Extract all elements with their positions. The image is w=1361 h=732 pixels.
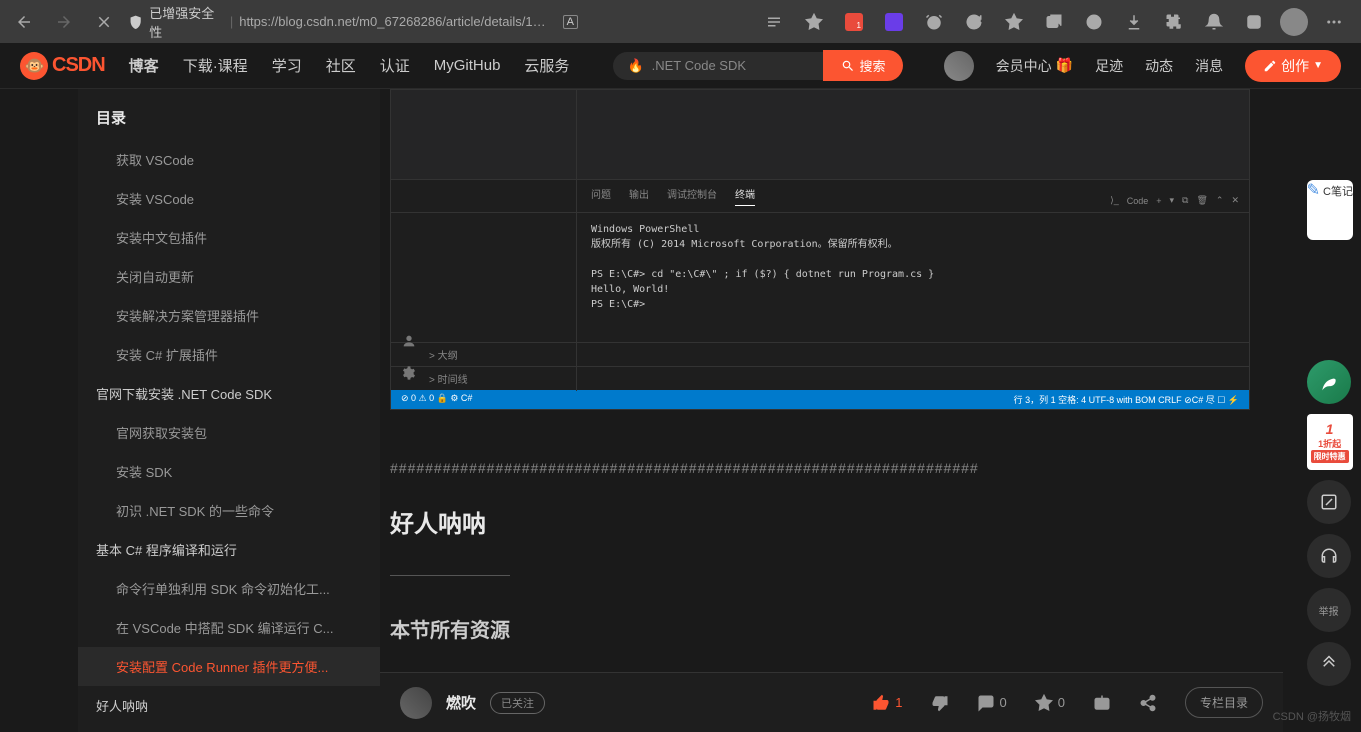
toc-item-11[interactable]: 命令行单独利用 SDK 命令初始化工... [78, 569, 380, 608]
vscode-screenshot: 问题 输出 调试控制台 终端 ⟩_Code+▾⧉🗑⌃✕ Windows Powe… [390, 89, 1250, 410]
nav-github[interactable]: MyGitHub [434, 57, 501, 74]
toc-item-4[interactable]: 安装解决方案管理器插件 [78, 296, 380, 335]
nav-cert[interactable]: 认证 [380, 55, 410, 76]
profile-avatar[interactable] [1275, 6, 1313, 38]
watermark: CSDN @扬牧烟 [1273, 708, 1351, 724]
vsc-tab-output: 输出 [629, 186, 649, 206]
toc-item-14[interactable]: 好人呐呐 [78, 686, 380, 725]
browser-search-icon[interactable] [1235, 6, 1273, 38]
vsc-account-icon [401, 333, 417, 349]
toc-item-13[interactable]: 安装配置 Code Runner 插件更方便... [78, 647, 380, 686]
vsc-tab-debug: 调试控制台 [667, 186, 717, 206]
follow-button[interactable]: 已关注 [490, 692, 545, 714]
vip-link[interactable]: 会员中心 🎁 [996, 56, 1073, 76]
toc-item-10[interactable]: 基本 C# 程序编译和运行 [78, 530, 380, 569]
star-button[interactable]: 0 [1035, 694, 1065, 712]
back-button[interactable] [8, 6, 40, 38]
vsc-settings-icon [401, 365, 417, 381]
section-heading-goodperson: 好人呐呐 [390, 496, 1250, 559]
alarm-icon[interactable] [915, 6, 953, 38]
collections-icon[interactable] [1035, 6, 1073, 38]
nav-blog[interactable]: 博客 [129, 55, 159, 76]
note-widget[interactable]: ✎ C笔记 [1307, 180, 1353, 240]
article-content: 问题 输出 调试控制台 终端 ⟩_Code+▾⧉🗑⌃✕ Windows Powe… [380, 89, 1260, 732]
ext2-icon[interactable] [875, 6, 913, 38]
toc-title: 目录 [78, 107, 380, 140]
address-bar[interactable]: 已增强安全性 | https://blog.csdn.net/m0_672682… [128, 3, 578, 41]
leaf-widget[interactable] [1307, 360, 1351, 404]
forward-button [48, 6, 80, 38]
promo-widget[interactable]: 11折起 限时特惠 [1307, 414, 1353, 470]
vsc-tab-terminal: 终端 [735, 186, 755, 206]
headset-widget[interactable] [1307, 534, 1351, 578]
report-widget[interactable]: 举报 [1307, 588, 1351, 632]
nav-learn[interactable]: 学习 [272, 55, 302, 76]
toc-item-0[interactable]: 获取 VSCode [78, 140, 380, 179]
create-button[interactable]: 创作 ▼ [1245, 50, 1341, 82]
search-button[interactable]: 搜索 [823, 50, 903, 81]
sync-icon[interactable] [955, 6, 993, 38]
reward-button[interactable] [1093, 694, 1111, 712]
toc-item-5[interactable]: 安装 C# 扩展插件 [78, 335, 380, 374]
ext1-icon[interactable]: 1 [835, 6, 873, 38]
fire-icon: 🔥 [627, 58, 643, 74]
toc-item-2[interactable]: 安装中文包插件 [78, 218, 380, 257]
article-bottom-bar: 燃吹 已关注 1 0 0 专栏目录 [380, 672, 1283, 732]
browser-toolbar: 已增强安全性 | https://blog.csdn.net/m0_672682… [0, 0, 1361, 43]
extensions-icon[interactable] [1155, 6, 1193, 38]
like-button[interactable]: 1 [872, 694, 902, 712]
reader-icon[interactable] [755, 6, 793, 38]
vsc-tab-problems: 问题 [591, 186, 611, 206]
notification-icon[interactable] [1195, 6, 1233, 38]
dynamic-link[interactable]: 动态 [1145, 56, 1173, 76]
dislike-button[interactable] [931, 694, 949, 712]
vsc-status-left: ⊘ 0 ⚠ 0 🔒 ⚙ C# [401, 393, 472, 406]
column-toc-button[interactable]: 专栏目录 [1185, 687, 1263, 718]
toc-item-7[interactable]: 官网获取安装包 [78, 413, 380, 452]
security-label: 已增强安全性 [149, 3, 224, 41]
star2-icon[interactable] [995, 6, 1033, 38]
download-icon[interactable] [1115, 6, 1153, 38]
nav-community[interactable]: 社区 [326, 55, 356, 76]
toc-sidebar: 目录 获取 VSCode安装 VSCode安装中文包插件关闭自动更新安装解决方案… [78, 89, 380, 732]
search-input[interactable]: 🔥 .NET Code SDK [613, 52, 823, 80]
section-heading-resources: 本节所有资源 [390, 606, 1250, 673]
share-button[interactable] [1139, 694, 1157, 712]
history-icon[interactable] [1075, 6, 1113, 38]
edit-widget[interactable] [1307, 480, 1351, 524]
toc-item-8[interactable]: 安装 SDK [78, 452, 380, 491]
nav-download[interactable]: 下载·课程 [183, 55, 248, 76]
toc-item-9[interactable]: 初识 .NET SDK 的一些命令 [78, 491, 380, 530]
menu-icon[interactable] [1315, 6, 1353, 38]
scroll-top-widget[interactable] [1307, 642, 1351, 686]
favorite-icon[interactable] [795, 6, 833, 38]
toc-item-12[interactable]: 在 VSCode 中搭配 SDK 编译运行 C... [78, 608, 380, 647]
hash-divider: ########################################… [390, 440, 1250, 496]
msg-link[interactable]: 消息 [1195, 56, 1223, 76]
author-name[interactable]: 燃吹 [446, 692, 476, 713]
url-text: https://blog.csdn.net/m0_67268286/articl… [239, 14, 550, 29]
csdn-logo[interactable]: 🐵 CSDN [20, 52, 105, 80]
toc-item-15[interactable]: 本节所有资源 [78, 725, 380, 732]
nav-cloud[interactable]: 云服务 [524, 55, 569, 76]
user-avatar[interactable] [944, 51, 974, 81]
toc-item-1[interactable]: 安装 VSCode [78, 179, 380, 218]
author-avatar[interactable] [400, 687, 432, 719]
toc-item-3[interactable]: 关闭自动更新 [78, 257, 380, 296]
shield-icon [128, 14, 143, 30]
divider [390, 575, 510, 576]
csdn-nav: 🐵 CSDN 博客 下载·课程 学习 社区 认证 MyGitHub 云服务 🔥 … [0, 43, 1361, 89]
trail-link[interactable]: 足迹 [1095, 56, 1123, 76]
comment-button[interactable]: 0 [977, 694, 1007, 712]
vsc-status-right: 行 3，列 1 空格: 4 UTF-8 with BOM CRLF ⊘C# 尽 … [1014, 393, 1239, 406]
toc-item-6[interactable]: 官网下载安装 .NET Code SDK [78, 374, 380, 413]
stop-button[interactable] [88, 6, 120, 38]
